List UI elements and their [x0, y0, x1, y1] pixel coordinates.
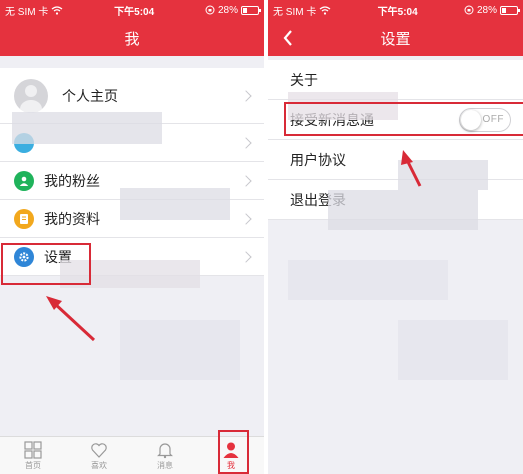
highlight-box	[218, 430, 249, 474]
heart-icon	[91, 442, 107, 458]
grid-icon	[24, 440, 42, 459]
tab-home[interactable]: 首页	[0, 437, 66, 474]
pointer-arrow	[401, 150, 422, 187]
pointer-arrow	[46, 296, 96, 342]
profile-screen: 无 SIM 卡 下午5:04 28% 我 个人主页 我的粉丝 我的资料 设置 首…	[0, 0, 264, 474]
settings-screen: 无 SIM 卡 下午5:04 28% 设置 关于 接受新消息通 OFF 用户协议…	[268, 0, 523, 474]
tab-label: 消息	[157, 460, 173, 470]
tab-label: 首页	[25, 460, 41, 470]
bell-icon	[157, 442, 173, 458]
tab-like[interactable]: 喜欢	[66, 437, 132, 474]
tab-label: 喜欢	[91, 460, 107, 470]
tab-messages[interactable]: 消息	[132, 437, 198, 474]
